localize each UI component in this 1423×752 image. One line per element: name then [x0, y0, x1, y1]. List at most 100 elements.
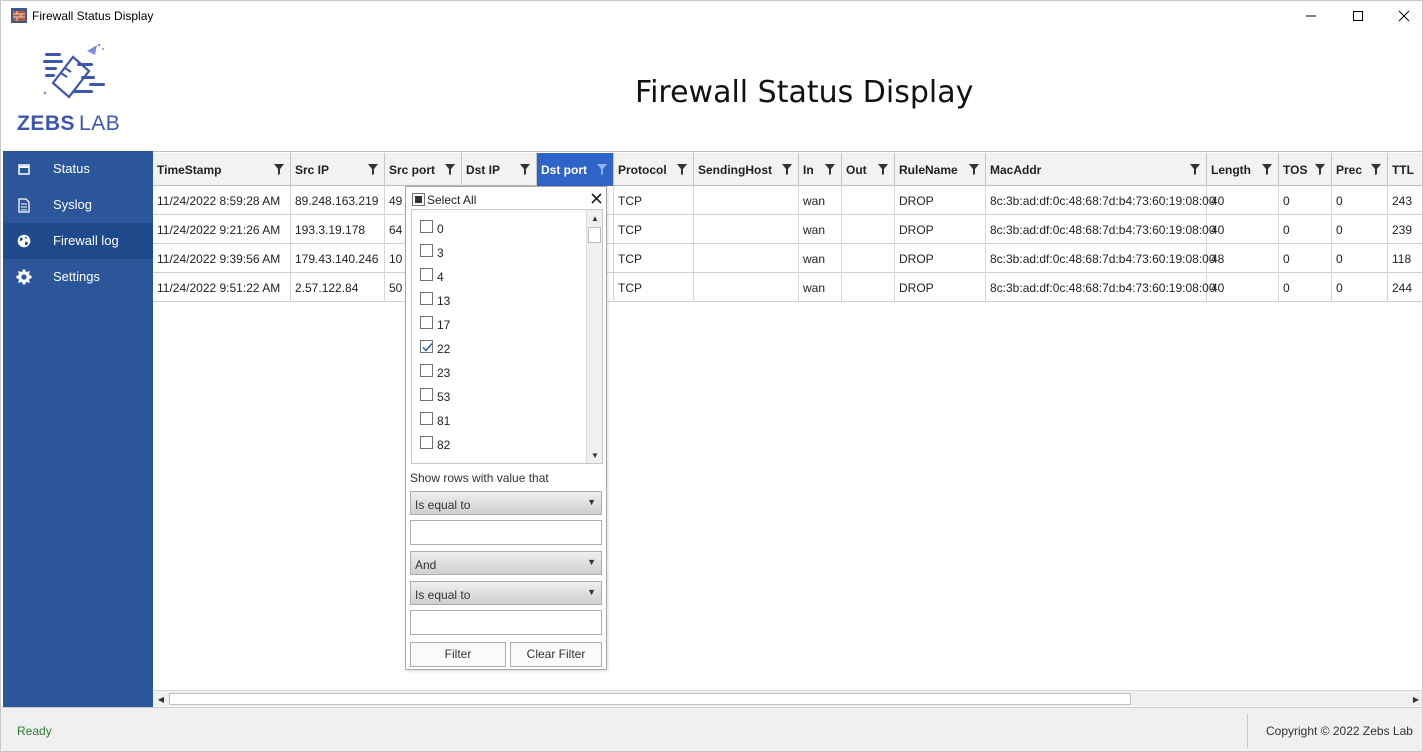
scroll-right-icon[interactable]: ▶ — [1408, 691, 1422, 707]
column-header-sendinghost[interactable]: SendingHost — [694, 153, 799, 186]
value-checkbox[interactable] — [420, 268, 433, 281]
value-checkbox[interactable] — [420, 388, 433, 401]
table-cell: 11/24/2022 9:21:26 AM — [153, 215, 291, 244]
table-cell — [694, 215, 799, 244]
chevron-down-icon: ▼ — [587, 557, 596, 567]
maximize-button[interactable] — [1335, 1, 1381, 31]
filter-icon[interactable] — [597, 164, 607, 175]
value-checkbox[interactable] — [420, 244, 433, 257]
scrollbar-thumb[interactable] — [169, 693, 1131, 705]
column-header-rulename[interactable]: RuleName — [895, 153, 986, 186]
filter-icon[interactable] — [1371, 164, 1381, 175]
table-cell: TCP — [614, 273, 694, 302]
clear-filter-button[interactable]: Clear Filter — [510, 642, 602, 667]
table-cell: 0 — [1332, 273, 1388, 302]
value-checkbox[interactable] — [420, 316, 433, 329]
table-cell: wan — [799, 244, 842, 273]
filter-icon[interactable] — [677, 164, 687, 175]
sidebar-item-status[interactable]: Status — [3, 151, 153, 187]
sidebar-item-firewall-log[interactable]: Firewall log — [3, 223, 153, 259]
filter-icon[interactable] — [1190, 164, 1200, 175]
filter-button[interactable]: Filter — [410, 642, 506, 667]
filter-icon[interactable] — [1315, 164, 1325, 175]
column-header-src-ip[interactable]: Src IP — [291, 153, 385, 186]
column-header-protocol[interactable]: Protocol — [614, 153, 694, 186]
table-row[interactable]: 11/24/2022 8:59:28 AM 89.248.163.219 49 … — [153, 186, 1422, 215]
scroll-up-icon[interactable]: ▲ — [587, 210, 602, 226]
value-checkbox[interactable] — [420, 436, 433, 449]
filter-icon[interactable] — [274, 164, 284, 175]
value-checkbox[interactable] — [420, 340, 433, 353]
filter-value-2-input[interactable] — [410, 610, 602, 635]
sidebar-item-syslog[interactable]: Syslog — [3, 187, 153, 223]
scroll-down-icon[interactable]: ▼ — [587, 447, 602, 463]
list-item[interactable]: 53 — [412, 384, 587, 408]
value-checkbox[interactable] — [420, 292, 433, 305]
filter-icon[interactable] — [878, 164, 888, 175]
horizontal-scrollbar[interactable]: ◀ ▶ — [153, 690, 1422, 707]
table-row[interactable]: 11/24/2022 9:21:26 AM 193.3.19.178 64 TC… — [153, 215, 1422, 244]
sidebar-nav: Status Syslog Firewall log Settings — [3, 151, 153, 707]
close-popup-icon[interactable] — [588, 190, 604, 206]
filter-icon[interactable] — [445, 164, 455, 175]
column-header-prec[interactable]: Prec — [1332, 153, 1388, 186]
list-item[interactable]: 0 — [412, 216, 587, 240]
operator-2-select[interactable]: Is equal to ▼ — [410, 581, 602, 605]
table-row[interactable]: 11/24/2022 9:51:22 AM 2.57.122.84 50 TCP… — [153, 273, 1422, 302]
table-row[interactable]: 11/24/2022 9:39:56 AM 179.43.140.246 10 … — [153, 244, 1422, 273]
table-cell: 0 — [1332, 244, 1388, 273]
filter-values-list[interactable]: 0 3 4 13 17 22 23 53 81 82 ▲ ▼ — [411, 209, 603, 464]
column-header-src-port[interactable]: Src port — [385, 153, 462, 186]
minimize-button[interactable] — [1288, 1, 1334, 31]
list-item[interactable]: 13 — [412, 288, 587, 312]
filter-icon[interactable] — [825, 164, 835, 175]
column-header-in[interactable]: In — [799, 153, 842, 186]
list-item[interactable]: 4 — [412, 264, 587, 288]
table-cell: 48 — [1207, 244, 1279, 273]
list-item[interactable]: 17 — [412, 312, 587, 336]
column-header-dst-ip[interactable]: Dst IP — [462, 153, 537, 186]
list-item[interactable]: 81 — [412, 408, 587, 432]
column-header-length[interactable]: Length — [1207, 153, 1279, 186]
filter-icon[interactable] — [969, 164, 979, 175]
list-item[interactable]: 22 — [412, 336, 587, 360]
list-item[interactable]: 23 — [412, 360, 587, 384]
filter-icon[interactable] — [368, 164, 378, 175]
table-cell: TCP — [614, 215, 694, 244]
close-button[interactable] — [1381, 1, 1422, 31]
column-header-timestamp[interactable]: TimeStamp — [153, 153, 291, 186]
scrollbar-thumb[interactable] — [588, 227, 601, 243]
table-cell — [842, 186, 895, 215]
scroll-left-icon[interactable]: ◀ — [153, 691, 169, 707]
table-cell: TCP — [614, 186, 694, 215]
column-header-ttl[interactable]: TTL — [1388, 153, 1422, 186]
value-checkbox[interactable] — [420, 412, 433, 425]
table-cell — [694, 273, 799, 302]
status-text: Ready — [17, 724, 52, 738]
table-cell — [694, 186, 799, 215]
status-bar: Ready Copyright © 2022 Zebs Lab — [1, 707, 1422, 751]
table-cell: wan — [799, 273, 842, 302]
table-cell: 8c:3b:ad:df:0c:48:68:7d:b4:73:60:19:08:0… — [986, 186, 1216, 215]
filter-icon[interactable] — [520, 164, 530, 175]
gear-icon — [16, 269, 32, 285]
table-cell: 0 — [1279, 273, 1332, 302]
select-all-checkbox[interactable] — [412, 193, 425, 206]
list-item[interactable]: 82 — [412, 432, 587, 456]
column-header-out[interactable]: Out — [842, 153, 895, 186]
list-item[interactable]: 3 — [412, 240, 587, 264]
operator-1-select[interactable]: Is equal to ▼ — [410, 491, 602, 515]
column-header-macaddr[interactable]: MacAddr — [986, 153, 1207, 186]
column-header-tos[interactable]: TOS — [1279, 153, 1332, 186]
value-checkbox[interactable] — [420, 364, 433, 377]
filter-value-1-input[interactable] — [410, 520, 602, 545]
filter-icon[interactable] — [782, 164, 792, 175]
vertical-scrollbar[interactable]: ▲ ▼ — [586, 210, 602, 463]
firewall-log-grid[interactable]: TimeStamp Src IP Src port Dst IP Dst por… — [153, 151, 1422, 691]
filter-icon[interactable] — [1262, 164, 1272, 175]
logic-operator-select[interactable]: And ▼ — [410, 551, 602, 575]
column-header-dst-port[interactable]: Dst port — [537, 153, 614, 186]
sidebar-item-settings[interactable]: Settings — [3, 259, 153, 295]
app-icon — [11, 8, 27, 23]
value-checkbox[interactable] — [420, 220, 433, 233]
